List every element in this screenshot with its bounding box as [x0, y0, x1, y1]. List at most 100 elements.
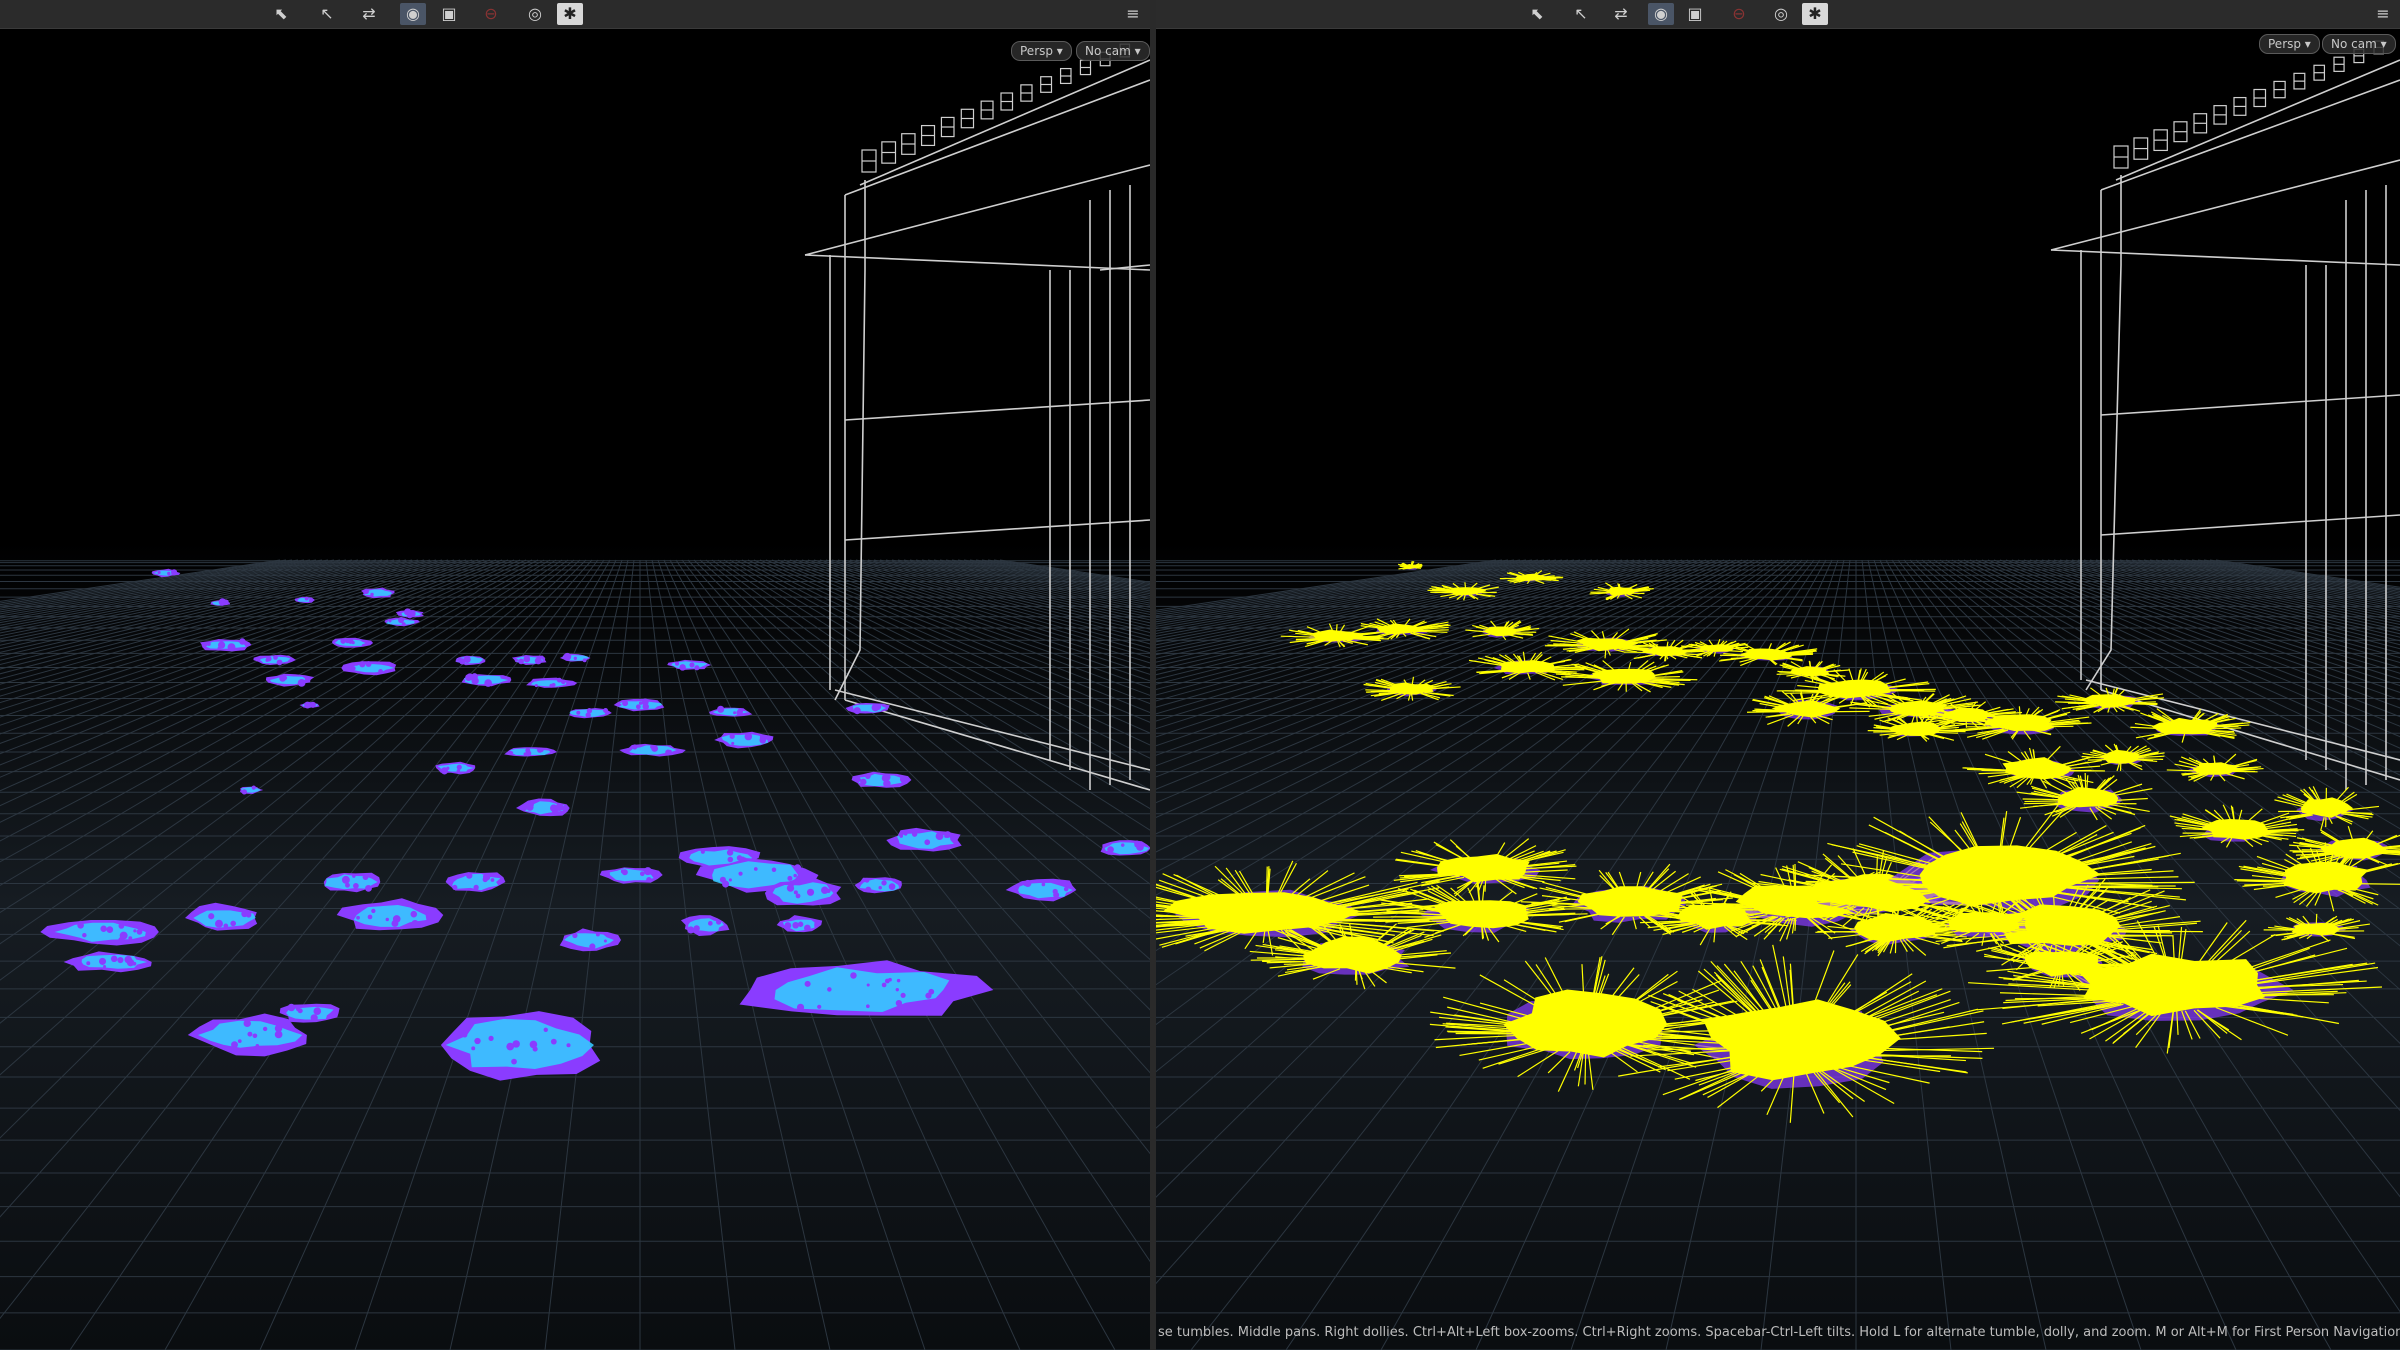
persp-menu[interactable]: Persp ▾	[1011, 41, 1072, 61]
disabled-icon[interactable]: ⊖	[1726, 3, 1752, 25]
flower-dot	[77, 922, 84, 929]
flower-dot	[911, 831, 918, 837]
flower-dot	[689, 662, 695, 668]
flower-dot	[899, 834, 904, 838]
flower-dot	[351, 666, 356, 671]
flower-dot	[484, 679, 492, 687]
flower-dot	[353, 882, 359, 889]
flower-dot	[255, 1044, 260, 1049]
select-icon[interactable]: ⬉	[1524, 3, 1550, 25]
flower-dot	[827, 987, 832, 992]
flower-dot	[1134, 842, 1139, 848]
flower-dot	[881, 880, 887, 886]
select-icon[interactable]: ⬉	[268, 3, 294, 25]
flower-dot	[878, 886, 882, 890]
flower-dot	[865, 773, 871, 779]
display-options-icon[interactable]: ✱	[557, 3, 583, 25]
flower-dot	[687, 926, 695, 934]
handle-icon[interactable]: ⇄	[356, 3, 382, 25]
persp-menu[interactable]: Persp ▾	[2259, 34, 2320, 54]
flower-dot	[287, 1003, 296, 1012]
flower-dot	[566, 1043, 571, 1048]
flower-dot	[826, 888, 831, 893]
flower-dot	[170, 569, 178, 576]
flower-dot	[459, 658, 466, 665]
flower-dot	[452, 884, 458, 890]
fur-strand	[1262, 960, 1322, 963]
right-scene[interactable]	[1156, 0, 2400, 1350]
flower-dot	[901, 1004, 908, 1012]
flower-dot	[100, 925, 107, 932]
flower-dot	[471, 1046, 476, 1051]
flower-dot	[793, 873, 797, 878]
flower-dot	[132, 961, 137, 966]
fur-strand	[1915, 715, 1918, 723]
flower-dot	[462, 1032, 468, 1038]
view-icon[interactable]: ▣	[436, 3, 462, 25]
view-icon[interactable]: ▣	[1682, 3, 1708, 25]
flower-dot	[385, 917, 389, 922]
flower-dot	[119, 931, 128, 940]
flower-dot	[860, 778, 867, 786]
flower-dot	[679, 664, 686, 671]
status-hint: se tumbles. Middle pans. Right dollies. …	[1158, 1325, 2400, 1340]
layout-icon[interactable]: ≡	[2370, 3, 2396, 25]
flower-dot	[605, 932, 610, 937]
flower-dot	[308, 598, 313, 603]
left-viewport[interactable]: ⬉ ↖ ⇄ ◉ ▣ ⊖ ◎ ✱ ≡ Persp ▾ No cam ▾	[0, 0, 1150, 1350]
snapshot-icon[interactable]: ◎	[1768, 3, 1794, 25]
camera-icon[interactable]: ◉	[400, 3, 426, 25]
flower-dot	[371, 908, 376, 914]
flower-dot	[304, 701, 311, 709]
handle-icon[interactable]: ⇄	[1608, 3, 1634, 25]
flower-dot	[896, 978, 901, 983]
flower-dot	[364, 589, 369, 594]
left-scene[interactable]	[0, 0, 1150, 1350]
move-icon[interactable]: ↖	[1568, 3, 1594, 25]
flower-dot	[552, 808, 559, 816]
flower-dot	[466, 673, 474, 681]
roof-crenellation	[2113, 40, 2384, 169]
flower-dot	[726, 849, 734, 856]
flower-dot	[370, 592, 374, 597]
flower-dot	[356, 915, 360, 920]
flower-dot	[378, 669, 383, 674]
fur-strand	[1809, 661, 1812, 669]
snapshot-icon[interactable]: ◎	[522, 3, 548, 25]
flower-dot	[1023, 882, 1028, 887]
flower-dot	[523, 655, 531, 663]
flower-dot	[573, 656, 577, 660]
layout-icon[interactable]: ≡	[1120, 3, 1146, 25]
flower-dot	[365, 661, 372, 667]
flower-dot	[806, 888, 815, 896]
disabled-icon[interactable]: ⊖	[478, 3, 504, 25]
fur-strand	[1283, 963, 1325, 965]
flower-dot	[230, 920, 236, 927]
flower-dot	[401, 622, 406, 627]
display-options-icon[interactable]: ✱	[1802, 3, 1828, 25]
flower-dot	[895, 999, 903, 1007]
camera-icon[interactable]: ◉	[1648, 3, 1674, 25]
flower-dot	[738, 871, 743, 876]
flower-dot	[665, 749, 671, 756]
flower-dot	[717, 705, 725, 713]
flower-dot	[693, 925, 700, 932]
flower-dot	[351, 641, 355, 645]
right-viewport[interactable]: ⬉ ↖ ⇄ ◉ ▣ ⊖ ◎ ✱ ≡ Persp ▾ No cam ▾ se tu…	[1156, 0, 2400, 1350]
flower-dot	[787, 875, 793, 881]
flower-dot	[793, 864, 802, 872]
fur-strand	[1353, 637, 1389, 640]
flower-dot	[523, 752, 527, 756]
flower-dot	[237, 1039, 242, 1044]
fur-strand	[1402, 567, 1408, 570]
flower-dot	[359, 661, 366, 668]
camera-menu[interactable]: No cam ▾	[2322, 34, 2396, 54]
flower-dot	[888, 883, 896, 890]
flower-dot	[1107, 846, 1114, 853]
camera-menu[interactable]: No cam ▾	[1076, 41, 1150, 61]
move-icon[interactable]: ↖	[314, 3, 340, 25]
flower-dot	[700, 849, 705, 854]
flower-dot	[103, 965, 107, 969]
flower-dot	[313, 1007, 322, 1016]
flower-dot	[926, 1004, 931, 1009]
